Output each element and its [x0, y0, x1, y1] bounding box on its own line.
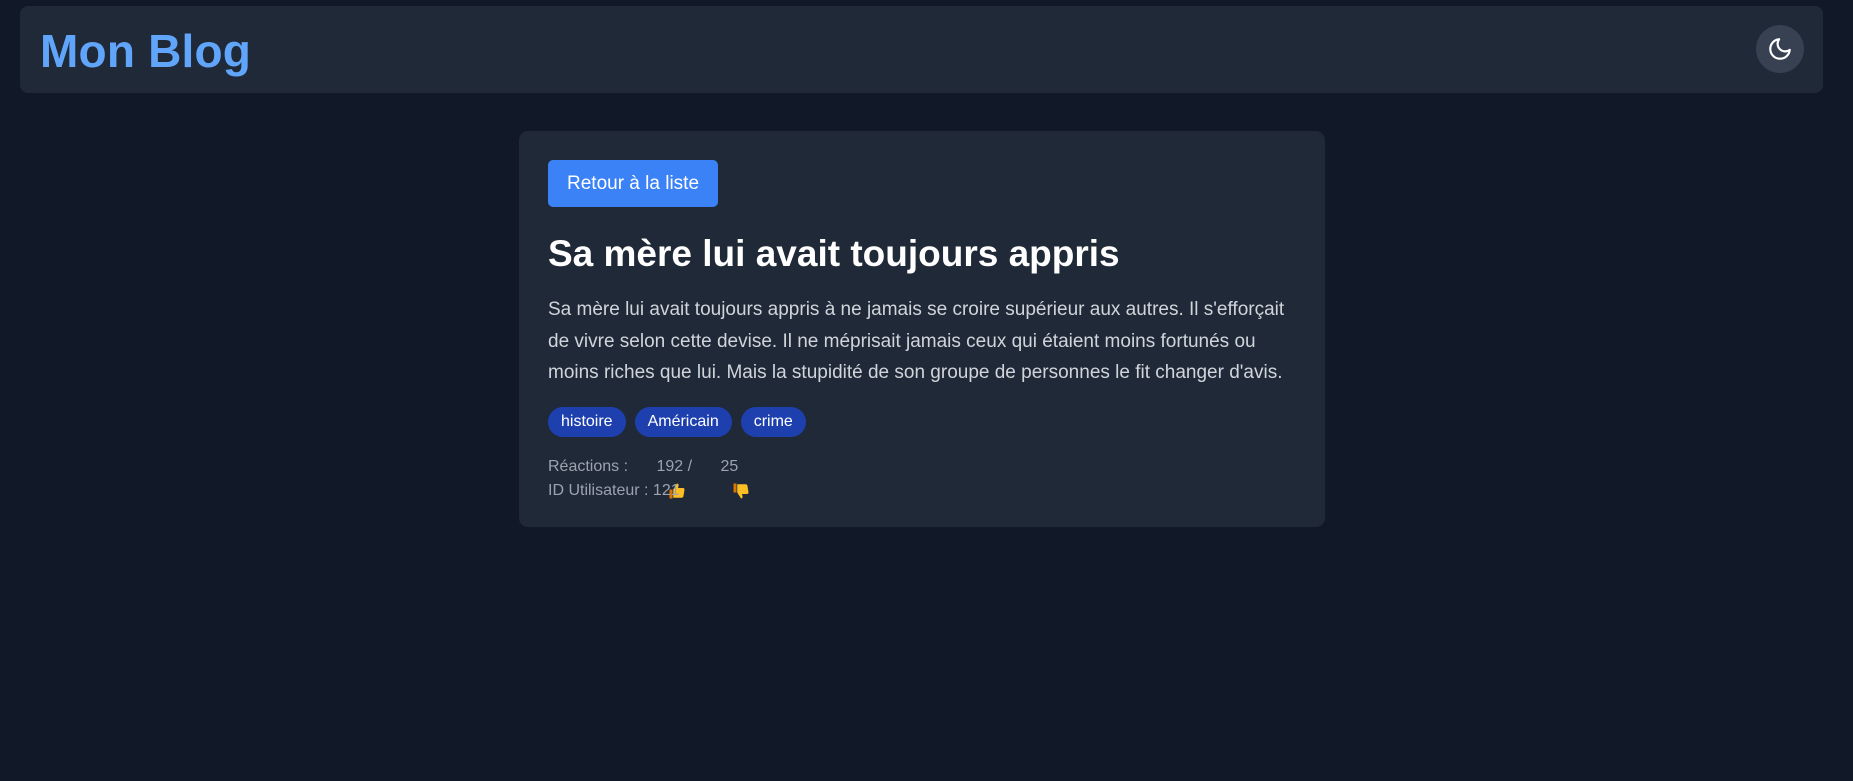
post-body: Sa mère lui avait toujours appris à ne j…: [548, 299, 1285, 383]
post-card: Retour à la liste Sa mère lui avait touj…: [519, 131, 1325, 527]
thumbs-down-icon: [697, 458, 749, 498]
reactions-line: Réactions : 192 / 25: [548, 455, 1296, 498]
thumbs-up-icon: [632, 458, 685, 498]
back-to-list-button[interactable]: Retour à la liste: [548, 160, 719, 207]
likes-count: 192: [656, 457, 684, 475]
tag-list: histoire Américain crime: [548, 406, 1296, 437]
site-header: Mon Blog: [20, 6, 1823, 93]
tag-americain[interactable]: Américain: [634, 406, 732, 437]
theme-toggle-button[interactable]: [1756, 25, 1804, 73]
dislikes-count: 25: [720, 457, 739, 475]
moon-icon: [1767, 36, 1793, 62]
post-meta: Réactions : 192 / 25 ID Utilisateur : 12…: [548, 455, 1296, 503]
user-id-line: ID Utilisateur : 121: [548, 481, 680, 499]
post-title: Sa mère lui avait toujours appris: [548, 233, 1120, 274]
reactions-separator: /: [683, 457, 697, 475]
site-logo[interactable]: Mon Blog: [40, 24, 251, 78]
tag-crime[interactable]: crime: [740, 406, 806, 437]
tag-histoire[interactable]: histoire: [548, 406, 626, 437]
reactions-label: Réactions :: [548, 457, 633, 475]
